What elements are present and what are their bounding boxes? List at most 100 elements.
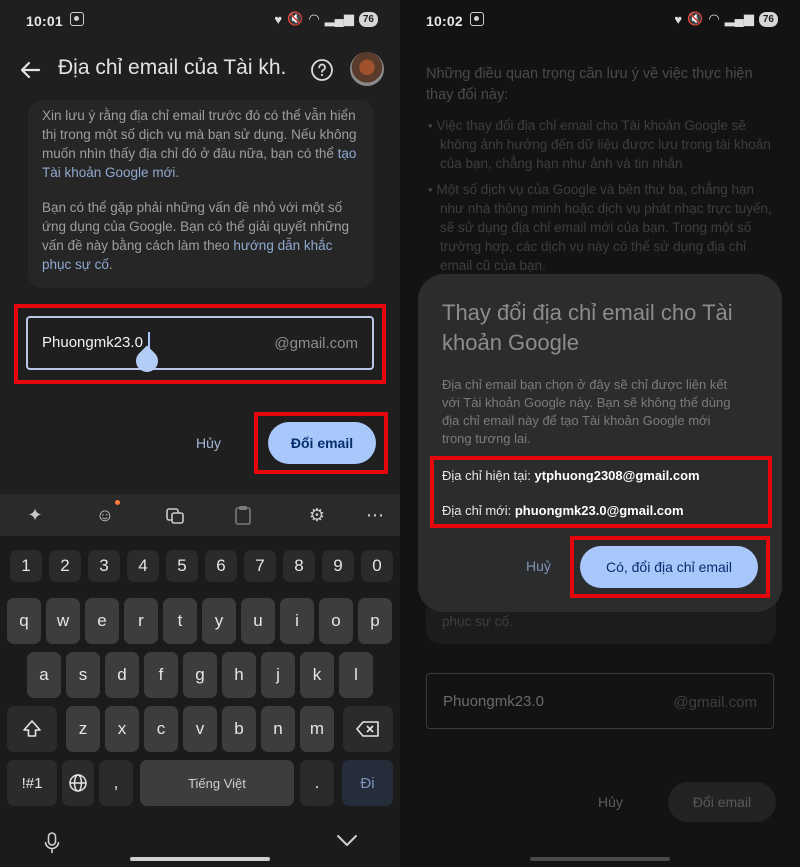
notification-dot bbox=[115, 500, 120, 505]
key-v[interactable]: v bbox=[183, 706, 217, 752]
signal-icon: ▂▄▆ bbox=[724, 11, 754, 26]
status-bar: 10:01 ♥ 🔇 ◠ ▂▄▆ 76 bbox=[0, 0, 400, 40]
more-icon[interactable]: ⋯ bbox=[362, 502, 388, 528]
bg-tail-text: phục sự cố. bbox=[442, 614, 513, 629]
status-bar: 10:02 ♥ 🔇 ◠ ▂▄▆ 76 bbox=[400, 0, 800, 40]
back-arrow-icon[interactable] bbox=[14, 54, 46, 86]
settings-icon[interactable]: ⚙ bbox=[304, 502, 330, 528]
translate-icon[interactable] bbox=[162, 502, 188, 528]
key-8[interactable]: 8 bbox=[283, 550, 315, 582]
period-key[interactable]: . bbox=[300, 760, 334, 806]
key-9[interactable]: 9 bbox=[322, 550, 354, 582]
keyboard-toolbar: ✦ ☺ ⚙ ⋯ bbox=[0, 494, 400, 536]
clipboard-icon[interactable] bbox=[230, 502, 256, 528]
key-u[interactable]: u bbox=[241, 598, 275, 644]
key-l[interactable]: l bbox=[339, 652, 373, 698]
wifi-icon: ◠ bbox=[708, 11, 720, 26]
key-3[interactable]: 3 bbox=[88, 550, 120, 582]
troubleshoot-link[interactable]: hướng dẫn khắc bbox=[233, 238, 332, 253]
avatar[interactable] bbox=[350, 52, 384, 86]
screenshot-icon bbox=[470, 12, 484, 26]
app-bar: Địa chỉ email của Tài kh... bbox=[0, 42, 400, 98]
dialog-cancel-button[interactable]: Huỷ bbox=[526, 558, 551, 574]
key-w[interactable]: w bbox=[46, 598, 80, 644]
key-7[interactable]: 7 bbox=[244, 550, 276, 582]
troubleshoot-link-cont[interactable]: phục sự cố bbox=[42, 257, 109, 272]
key-b[interactable]: b bbox=[222, 706, 256, 752]
key-g[interactable]: g bbox=[183, 652, 217, 698]
battery-icon: 76 bbox=[358, 11, 378, 27]
globe-icon bbox=[69, 774, 87, 792]
help-icon[interactable] bbox=[306, 54, 338, 86]
key-i[interactable]: i bbox=[280, 598, 314, 644]
emoji-icon[interactable]: ☺ bbox=[92, 502, 118, 528]
heart-icon: ♥ bbox=[274, 11, 283, 27]
new-account-link-cont[interactable]: Tài khoản Google mới bbox=[42, 165, 175, 180]
key-k[interactable]: k bbox=[300, 652, 334, 698]
bg-email-suffix: @gmail.com bbox=[673, 694, 757, 711]
sparkle-icon[interactable]: ✦ bbox=[22, 502, 48, 528]
key-s[interactable]: s bbox=[66, 652, 100, 698]
status-time: 10:01 bbox=[26, 13, 63, 29]
key-0[interactable]: 0 bbox=[361, 550, 393, 582]
highlight-box-button bbox=[254, 412, 388, 474]
battery-icon: 76 bbox=[758, 11, 778, 27]
globe-key[interactable] bbox=[62, 760, 94, 806]
key-o[interactable]: o bbox=[319, 598, 353, 644]
key-q[interactable]: q bbox=[7, 598, 41, 644]
home-indicator bbox=[530, 857, 670, 861]
hide-keyboard-icon[interactable] bbox=[336, 834, 358, 853]
status-icons: ♥ 🔇 ◠ ▂▄▆ 76 bbox=[674, 11, 778, 27]
status-time: 10:02 bbox=[426, 13, 463, 29]
key-n[interactable]: n bbox=[261, 706, 295, 752]
key-1[interactable]: 1 bbox=[10, 550, 42, 582]
keyboard: 1 2 3 4 5 6 7 8 9 0 q w e r t y u i o p … bbox=[0, 536, 400, 867]
dialog-title: Thay đổi địa chỉ email cho Tài khoản Goo… bbox=[442, 300, 733, 355]
right-phone-screen: 10:02 ♥ 🔇 ◠ ▂▄▆ 76 Những điều quan trọng… bbox=[400, 0, 800, 867]
highlight-box-confirm bbox=[570, 536, 770, 598]
key-5[interactable]: 5 bbox=[166, 550, 198, 582]
backspace-key[interactable] bbox=[343, 706, 393, 752]
enter-key[interactable]: Đi bbox=[342, 760, 393, 806]
key-x[interactable]: x bbox=[105, 706, 139, 752]
page-title: Địa chỉ email của Tài kh... bbox=[58, 56, 286, 79]
left-phone-screen: 10:01 ♥ 🔇 ◠ ▂▄▆ 76 Địa chỉ email của Tài… bbox=[0, 0, 400, 867]
microphone-icon[interactable] bbox=[44, 832, 60, 859]
info-paragraph-1: Xin lưu ý rằng địa chỉ email trước đó có… bbox=[42, 108, 357, 180]
bg-change-email-button: Đổi email bbox=[668, 782, 776, 822]
key-6[interactable]: 6 bbox=[205, 550, 237, 582]
comma-key[interactable]: , bbox=[99, 760, 133, 806]
symbols-key[interactable]: !#1 bbox=[7, 760, 57, 806]
key-c[interactable]: c bbox=[144, 706, 178, 752]
heart-icon: ♥ bbox=[674, 11, 683, 27]
new-account-link[interactable]: tạo bbox=[338, 146, 357, 161]
key-h[interactable]: h bbox=[222, 652, 256, 698]
key-4[interactable]: 4 bbox=[127, 550, 159, 582]
backspace-icon bbox=[356, 721, 379, 737]
bg-bullet-2: • Một số dịch vụ của Google và bên thứ b… bbox=[428, 182, 772, 273]
mute-icon: 🔇 bbox=[687, 11, 704, 26]
home-indicator[interactable] bbox=[130, 857, 270, 861]
cancel-button[interactable]: Hủy bbox=[196, 435, 221, 451]
shift-key[interactable] bbox=[7, 706, 57, 752]
bg-email-value: Phuongmk23.0 bbox=[443, 693, 544, 710]
key-d[interactable]: d bbox=[105, 652, 139, 698]
key-2[interactable]: 2 bbox=[49, 550, 81, 582]
key-p[interactable]: p bbox=[358, 598, 392, 644]
key-a[interactable]: a bbox=[27, 652, 61, 698]
mute-icon: 🔇 bbox=[287, 11, 304, 26]
key-j[interactable]: j bbox=[261, 652, 295, 698]
key-m[interactable]: m bbox=[300, 706, 334, 752]
key-t[interactable]: t bbox=[163, 598, 197, 644]
highlight-box-addresses bbox=[430, 456, 772, 528]
dialog-body: Địa chỉ email bạn chọn ở đây sẽ chỉ được… bbox=[442, 377, 731, 446]
bg-email-input: Phuongmk23.0 @gmail.com bbox=[426, 673, 774, 729]
key-f[interactable]: f bbox=[144, 652, 178, 698]
key-y[interactable]: y bbox=[202, 598, 236, 644]
shift-icon bbox=[23, 720, 41, 737]
key-e[interactable]: e bbox=[85, 598, 119, 644]
key-r[interactable]: r bbox=[124, 598, 158, 644]
key-z[interactable]: z bbox=[66, 706, 100, 752]
space-key[interactable]: Tiếng Việt bbox=[140, 760, 294, 806]
navigation-bar bbox=[0, 820, 400, 867]
